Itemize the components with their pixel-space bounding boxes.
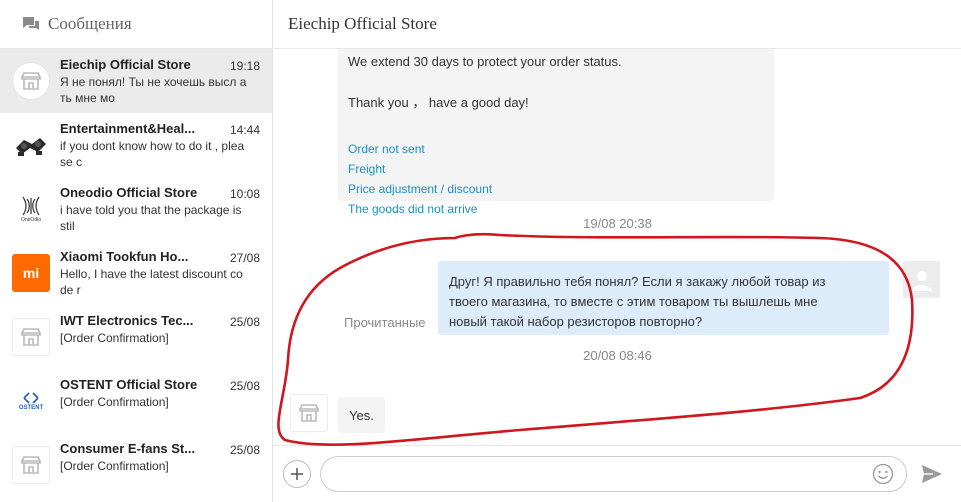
message-input[interactable] [320, 456, 907, 492]
store-icon [12, 446, 50, 484]
store-icon [299, 404, 319, 422]
card-text: We extend 30 days to protect your order … [348, 54, 622, 69]
conversation-name: Eiechip Official Store [60, 57, 191, 72]
conversation-time: 27/08 [229, 251, 260, 265]
conversation-time: 25/08 [229, 443, 260, 457]
conversation-preview: Hello, I have the latest discount co de … [60, 267, 243, 297]
conversation-item-xiaomi[interactable]: mi Xiaomi Tookfun Ho... 27/08 Hello, I h… [0, 241, 272, 305]
chat-title: Eiechip Official Store [288, 14, 437, 33]
message-composer [274, 445, 961, 502]
conversation-item-oneodio[interactable]: OneOdio Oneodio Official Store 10:08 i h… [0, 177, 272, 241]
conversation-sidebar: Сообщения Eiechip Official Store 19:18 Я… [0, 0, 273, 502]
conversation-preview: [Order Confirmation] [60, 331, 169, 345]
conversation-preview: if you dont know how to do it , plea se … [60, 139, 245, 169]
store-icon [12, 318, 50, 356]
oneodio-logo: OneOdio [12, 190, 50, 228]
chat-panel: Eiechip Official Store We extend 30 days… [274, 0, 961, 502]
plus-icon [291, 468, 303, 480]
avatar [12, 446, 50, 484]
chat-bubbles-icon [23, 17, 39, 30]
message-list[interactable]: We extend 30 days to protect your order … [274, 49, 961, 445]
conversation-preview: [Order Confirmation] [60, 459, 169, 473]
conversation-name: Xiaomi Tookfun Ho... [60, 249, 189, 264]
store-avatar [290, 394, 328, 432]
sidebar-title: Сообщения [48, 14, 132, 33]
avatar: OSTENT [12, 382, 50, 420]
conversation-time: 10:08 [229, 187, 260, 201]
xiaomi-logo-text: mi [22, 265, 40, 281]
chat-header: Eiechip Official Store [274, 0, 961, 49]
gamepad-logo [16, 138, 46, 156]
sidebar-header: Сообщения [0, 0, 272, 49]
attach-plus-button[interactable] [283, 460, 311, 488]
conversation-name: Oneodio Official Store [60, 185, 198, 200]
ostent-logo-text: OSTENT [18, 405, 44, 411]
conversation-item-consumer[interactable]: Consumer E-fans St... 25/08 [Order Confi… [0, 433, 272, 497]
message-line: твоего магазина, то вместе с этим товаро… [449, 294, 818, 309]
emoji-icon[interactable] [872, 463, 894, 485]
link-freight[interactable]: Freight [348, 162, 385, 176]
avatar: mi [12, 254, 50, 292]
avatar [12, 318, 50, 356]
conversation-item-iwt[interactable]: IWT Electronics Tec... 25/08 [Order Conf… [0, 305, 272, 369]
incoming-message: Yes. [338, 397, 385, 433]
message-text: Yes. [349, 407, 374, 423]
conversation-name: Consumer E-fans St... [60, 441, 196, 456]
conversation-name: IWT Electronics Tec... [60, 313, 194, 328]
avatar [12, 126, 50, 164]
conversation-preview: [Order Confirmation] [60, 395, 169, 409]
card-text: Thank you ， have a good day! [348, 95, 529, 110]
avatar: OneOdio [12, 190, 50, 228]
conversation-item-ostent[interactable]: OSTENT OSTENT Official Store 25/08 [Orde… [0, 369, 272, 433]
xiaomi-logo: mi [12, 254, 50, 292]
message-timestamp: 20/08 08:46 [583, 348, 652, 363]
avatar [12, 62, 50, 100]
conversation-preview: i have told you that the package is stil [60, 203, 242, 233]
link-goods-not-arrived[interactable]: The goods did not arrive [348, 202, 477, 216]
conversation-item-entertainment[interactable]: Entertainment&Heal... 14:44 if you dont … [0, 113, 272, 177]
message-timestamp: 19/08 20:38 [583, 216, 652, 231]
conversation-time: 19:18 [229, 59, 260, 73]
ostent-logo: OSTENT [12, 382, 50, 420]
link-order-not-sent[interactable]: Order not sent [348, 142, 425, 156]
message-line: Друг! Я правильно тебя понял? Если я зак… [449, 274, 826, 289]
user-avatar [903, 261, 940, 298]
user-silhouette-icon [911, 270, 932, 291]
read-status: Прочитанные [344, 315, 426, 330]
store-auto-reply-card: We extend 30 days to protect your order … [338, 49, 774, 216]
conversation-time: 25/08 [229, 315, 260, 329]
store-icon [12, 62, 50, 100]
conversation-name: OSTENT Official Store [60, 377, 198, 392]
oneodio-logo-text: OneOdio [20, 217, 41, 223]
conversation-item-eiechip[interactable]: Eiechip Official Store 19:18 Я не понял!… [0, 49, 272, 113]
conversation-time: 25/08 [229, 379, 260, 393]
conversation-time: 14:44 [229, 123, 260, 137]
outgoing-message: Друг! Я правильно тебя понял? Если я зак… [438, 261, 889, 335]
conversation-name: Entertainment&Heal... [60, 121, 196, 136]
link-price-adjustment[interactable]: Price adjustment / discount [348, 182, 492, 196]
message-line: новый такой набор резисторов повторно? [449, 314, 703, 329]
conversation-preview: Я не понял! Ты не хочешь высл ать мне мо [60, 75, 247, 105]
send-icon[interactable] [920, 462, 944, 486]
